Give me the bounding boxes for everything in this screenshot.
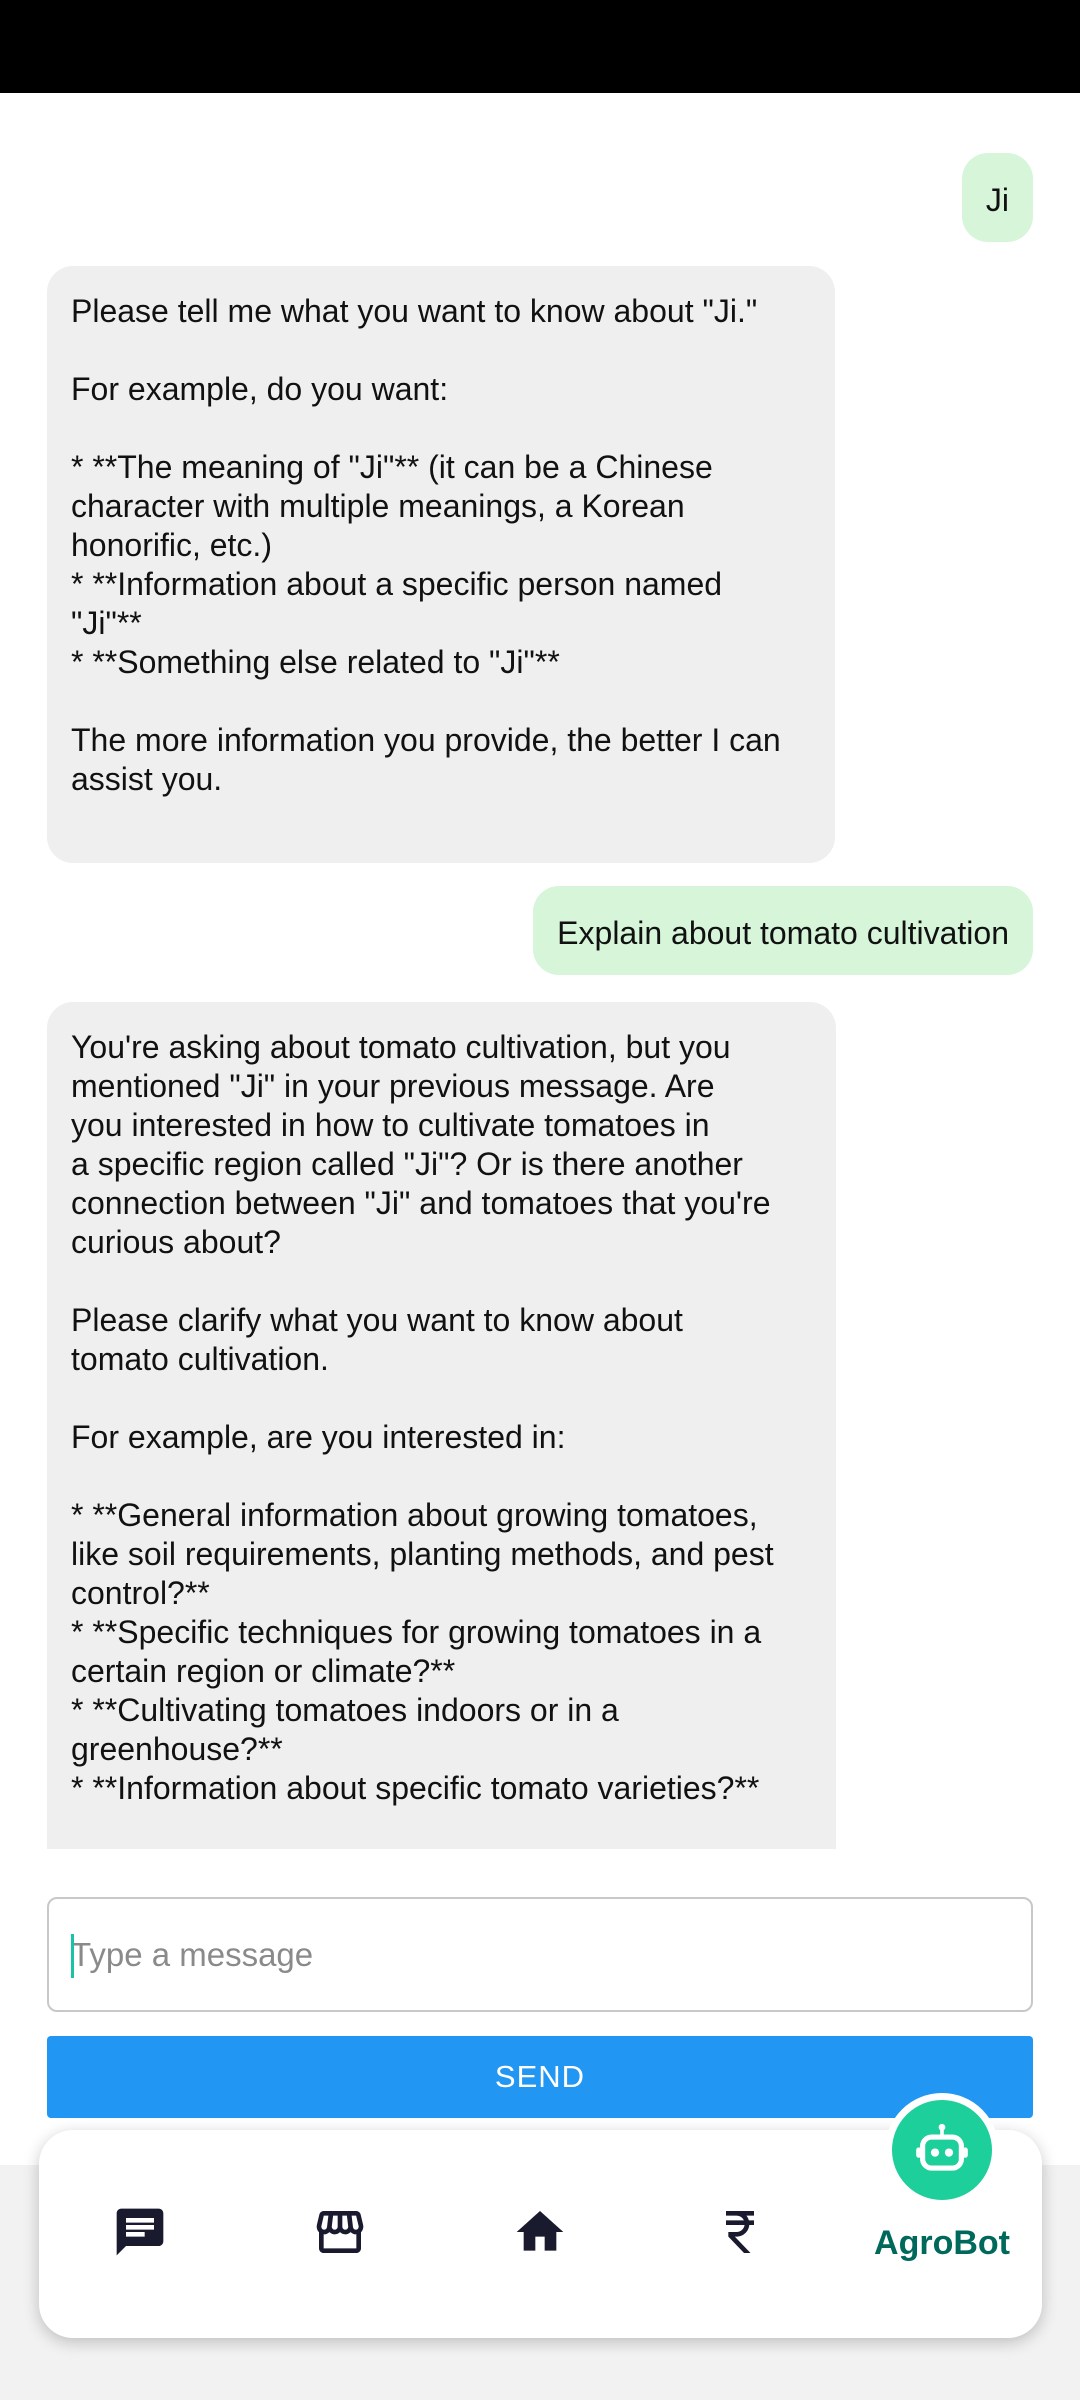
nav-payments-button[interactable]	[700, 2192, 780, 2272]
nav-chat-button[interactable]	[100, 2192, 180, 2272]
chat-message-list[interactable]: Ji Please tell me what you want to know …	[0, 93, 1080, 1849]
agrobot-button[interactable]	[885, 2093, 999, 2207]
nav-store-button[interactable]	[300, 2192, 380, 2272]
user-message-bubble: Ji	[961, 153, 1033, 242]
home-icon	[516, 2211, 564, 2251]
message-input[interactable]	[71, 1899, 1011, 2010]
status-bar	[0, 0, 1080, 93]
agrobot-label[interactable]: AgroBot	[860, 2224, 1024, 2263]
store-icon	[316, 2211, 364, 2253]
nav-home-button[interactable]	[500, 2192, 580, 2272]
rupee-icon	[726, 2211, 754, 2253]
user-message-bubble: Explain about tomato cultivation	[533, 886, 1033, 975]
message-input-box[interactable]	[47, 1897, 1033, 2012]
bot-message-bubble: You're asking about tomato cultivation, …	[47, 1002, 836, 1849]
bot-message-bubble: Please tell me what you want to know abo…	[47, 266, 835, 863]
chat-icon	[116, 2208, 164, 2256]
send-button[interactable]: SEND	[47, 2036, 1033, 2118]
text-cursor	[71, 1934, 74, 1978]
robot-icon	[916, 2123, 968, 2171]
